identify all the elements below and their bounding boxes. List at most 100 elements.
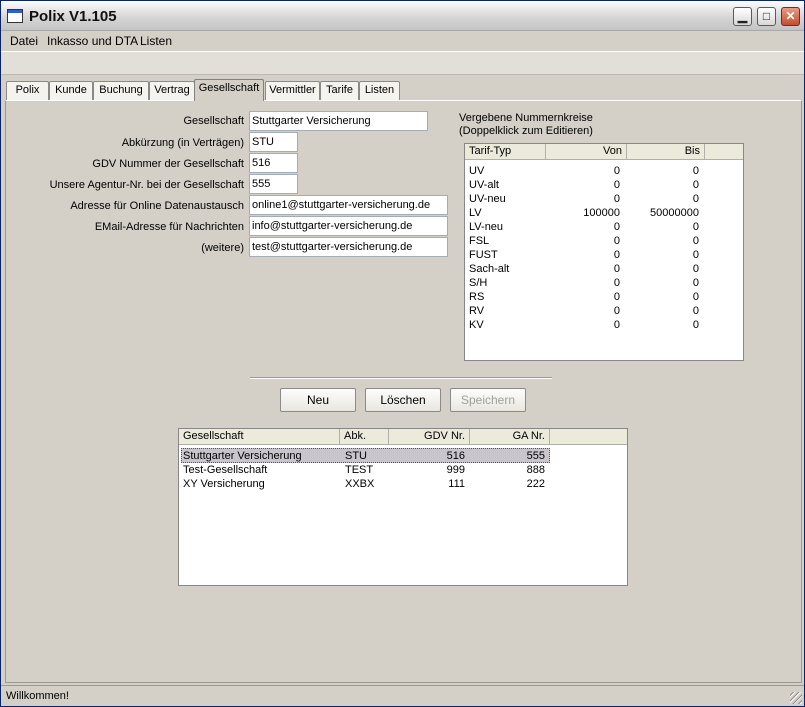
ranges-header-tarif-typ[interactable]: Tarif-Typ	[465, 144, 546, 160]
company-gdv-nr[interactable]: 111	[389, 477, 465, 491]
minimize-button[interactable]: ▁	[733, 7, 752, 26]
new-button[interactable]: Neu	[280, 388, 356, 412]
range-from[interactable]: 0	[546, 318, 620, 332]
gdv-nummer-field[interactable]: 516	[249, 153, 298, 173]
companies-header-gesellschaft[interactable]: Gesellschaft	[179, 429, 340, 445]
range-from[interactable]: 0	[546, 304, 620, 318]
range-type[interactable]: FSL	[469, 234, 545, 248]
tab-kunde[interactable]: Kunde	[49, 81, 93, 100]
maximize-button[interactable]: □	[757, 7, 776, 26]
abkuerzung-field[interactable]: STU	[249, 132, 298, 152]
online-adresse-field[interactable]: online1@stuttgarter-versicherung.de	[249, 195, 448, 215]
range-to[interactable]: 0	[627, 164, 699, 178]
status-text: Willkommen!	[6, 690, 69, 702]
company-abbreviation[interactable]: TEST	[345, 463, 389, 477]
range-type[interactable]: RV	[469, 304, 545, 318]
status-bar: Willkommen!	[1, 685, 804, 706]
range-from[interactable]: 0	[546, 164, 620, 178]
range-type[interactable]: FUST	[469, 248, 545, 262]
range-from[interactable]: 0	[546, 276, 620, 290]
label-gesellschaft: Gesellschaft	[183, 115, 244, 127]
separator	[250, 377, 552, 379]
range-to[interactable]: 0	[627, 220, 699, 234]
range-to[interactable]: 0	[627, 248, 699, 262]
close-icon: ✕	[785, 9, 796, 23]
weitere-email-field[interactable]: test@stuttgarter-versicherung.de	[249, 237, 448, 257]
label-agentur-nr: Unsere Agentur-Nr. bei der Gesellschaft	[49, 179, 244, 191]
resize-grip-icon[interactable]	[790, 692, 802, 704]
agentur-nr-field[interactable]: 555	[249, 174, 298, 194]
ranges-title: Vergebene Nummernkreise	[459, 112, 593, 124]
tab-polix[interactable]: Polix	[6, 81, 49, 100]
close-button[interactable]: ✕	[781, 7, 800, 26]
range-type[interactable]: UV-neu	[469, 192, 545, 206]
range-to[interactable]: 0	[627, 318, 699, 332]
range-type[interactable]: Sach-alt	[469, 262, 545, 276]
range-from[interactable]: 0	[546, 262, 620, 276]
company-name[interactable]: Test-Gesellschaft	[183, 463, 338, 477]
range-type[interactable]: S/H	[469, 276, 545, 290]
range-from[interactable]: 0	[546, 290, 620, 304]
ranges-header-filler	[705, 144, 743, 160]
tab-vertrag[interactable]: Vertrag	[149, 81, 195, 100]
company-ga-nr[interactable]: 888	[470, 463, 545, 477]
range-from[interactable]: 100000	[546, 206, 620, 220]
range-from[interactable]: 0	[546, 248, 620, 262]
company-name[interactable]: Stuttgarter Versicherung	[183, 449, 338, 463]
app-window: Polix V1.105 ▁ □ ✕ Datei Inkasso und DTA…	[0, 0, 805, 707]
app-icon	[7, 9, 23, 23]
range-type[interactable]: RS	[469, 290, 545, 304]
companies-header-ga-nr[interactable]: GA Nr.	[470, 429, 550, 445]
label-online-adresse: Adresse für Online Datenaustausch	[70, 200, 244, 212]
range-to[interactable]: 0	[627, 290, 699, 304]
range-to[interactable]: 0	[627, 234, 699, 248]
range-to[interactable]: 0	[627, 192, 699, 206]
tab-tarife[interactable]: Tarife	[320, 81, 359, 100]
companies-list[interactable]: Gesellschaft Abk. GDV Nr. GA Nr. Stuttga…	[178, 428, 628, 586]
company-ga-nr[interactable]: 555	[470, 449, 545, 463]
gesellschaft-field[interactable]: Stuttgarter Versicherung	[249, 111, 428, 131]
range-from[interactable]: 0	[546, 178, 620, 192]
range-from[interactable]: 0	[546, 220, 620, 234]
range-to[interactable]: 0	[627, 276, 699, 290]
label-gdv-nummer: GDV Nummer der Gesellschaft	[92, 158, 244, 170]
range-type[interactable]: LV-neu	[469, 220, 545, 234]
company-abbreviation[interactable]: STU	[345, 449, 389, 463]
menu-bar: Datei Inkasso und DTA Listen	[1, 31, 804, 51]
minimize-icon: ▁	[737, 9, 748, 23]
range-type[interactable]: KV	[469, 318, 545, 332]
delete-button[interactable]: Löschen	[365, 388, 441, 412]
range-type[interactable]: UV	[469, 164, 545, 178]
range-from[interactable]: 0	[546, 234, 620, 248]
range-type[interactable]: LV	[469, 206, 545, 220]
companies-header-gdv-nr[interactable]: GDV Nr.	[389, 429, 470, 445]
title-bar[interactable]: Polix V1.105 ▁ □ ✕	[1, 1, 804, 31]
range-to[interactable]: 0	[627, 304, 699, 318]
company-name[interactable]: XY Versicherung	[183, 477, 338, 491]
range-from[interactable]: 0	[546, 192, 620, 206]
tab-vermittler[interactable]: Vermittler	[265, 81, 320, 100]
company-gdv-nr[interactable]: 516	[389, 449, 465, 463]
tab-listen[interactable]: Listen	[359, 81, 400, 100]
range-to[interactable]: 0	[627, 178, 699, 192]
menu-datei[interactable]: Datei	[10, 34, 38, 48]
company-abbreviation[interactable]: XXBX	[345, 477, 389, 491]
save-button[interactable]: Speichern	[450, 388, 526, 412]
company-ga-nr[interactable]: 222	[470, 477, 545, 491]
label-weitere: (weitere)	[201, 242, 244, 254]
ranges-header-von[interactable]: Von	[546, 144, 627, 160]
companies-header-filler	[550, 429, 627, 445]
range-to[interactable]: 0	[627, 262, 699, 276]
tab-gesellschaft[interactable]: Gesellschaft	[194, 79, 264, 101]
range-to[interactable]: 50000000	[627, 206, 699, 220]
email-adresse-field[interactable]: info@stuttgarter-versicherung.de	[249, 216, 448, 236]
menu-listen[interactable]: Listen	[140, 34, 172, 48]
company-gdv-nr[interactable]: 999	[389, 463, 465, 477]
menu-inkasso-und-dta[interactable]: Inkasso und DTA	[47, 34, 138, 48]
ranges-list[interactable]: Tarif-Typ Von Bis UV 0 0 UV-alt 0 0 UV-neu 0 0 LV…	[464, 143, 744, 361]
ranges-hint: (Doppelklick zum Editieren)	[459, 125, 593, 137]
range-type[interactable]: UV-alt	[469, 178, 545, 192]
ranges-header-bis[interactable]: Bis	[627, 144, 705, 160]
tab-buchung[interactable]: Buchung	[93, 81, 149, 100]
companies-header-abk[interactable]: Abk.	[340, 429, 389, 445]
